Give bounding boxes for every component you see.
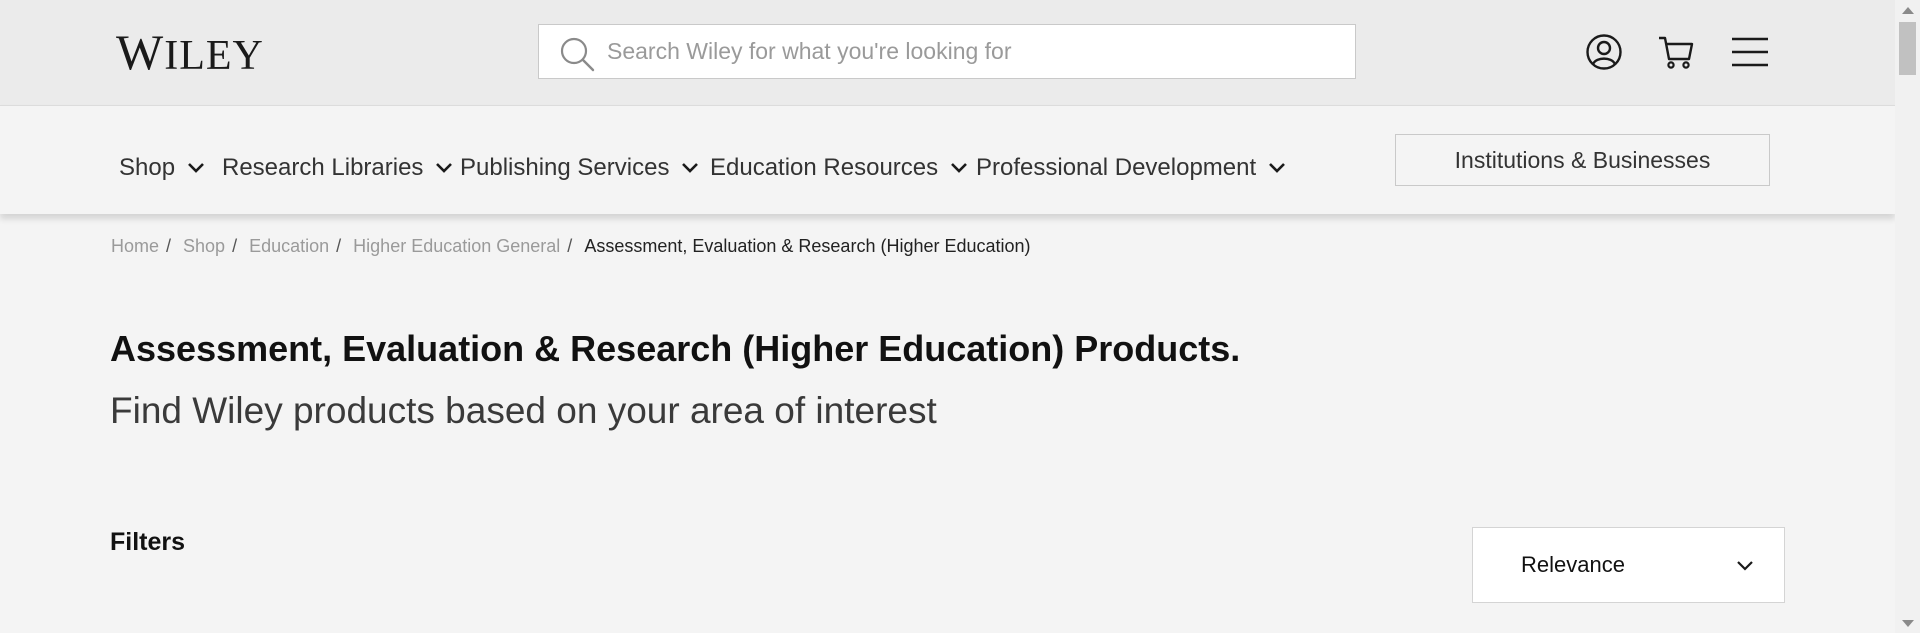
breadcrumb-shop[interactable]: Shop [183, 236, 225, 257]
top-header: WILEY [0, 0, 1895, 105]
breadcrumb-separator: / [232, 236, 238, 256]
filters-heading[interactable]: Filters [110, 528, 185, 557]
breadcrumb-separator: / [166, 236, 172, 256]
breadcrumb-education[interactable]: Education [249, 236, 329, 257]
chevron-down-icon [951, 163, 968, 173]
scrollbar-thumb[interactable] [1899, 22, 1916, 75]
nav-item-shop[interactable]: Shop [119, 146, 205, 190]
chevron-down-icon [1737, 561, 1753, 571]
chevron-down-icon [682, 163, 699, 173]
chevron-down-icon [188, 163, 204, 173]
logo-initial: W [116, 24, 165, 80]
nav-item-publishing-services[interactable]: Publishing Services [460, 146, 699, 190]
main-nav: Shop Research Libraries Publishing Servi… [0, 105, 1895, 214]
nav-item-label: Professional Development [976, 154, 1257, 181]
breadcrumb-separator: / [567, 236, 573, 256]
vertical-scrollbar[interactable] [1895, 0, 1920, 633]
breadcrumb-home[interactable]: Home [111, 236, 159, 257]
breadcrumb: Home / Shop / Education / Higher Education … [111, 236, 1031, 257]
nav-item-label: Research Libraries [222, 154, 424, 181]
page: WILEY Search Wiley for what you're looki… [0, 0, 1895, 633]
breadcrumb-higher-education-general[interactable]: Higher Education General [353, 236, 560, 257]
page-subtitle: Find Wiley products based on your area o… [110, 390, 937, 431]
breadcrumb-current: Assessment, Evaluation & Research (Highe… [584, 236, 1031, 256]
sort-select[interactable]: Relevance [1472, 527, 1785, 603]
scroll-down-arrow-icon[interactable] [1902, 620, 1914, 627]
institutions-businesses-button[interactable]: Institutions & Businesses [1395, 134, 1770, 186]
scroll-up-arrow-icon[interactable] [1902, 7, 1914, 14]
account-icon[interactable] [1584, 32, 1624, 72]
sort-select-value: Relevance [1521, 552, 1625, 577]
institutions-businesses-label: Institutions & Businesses [1454, 146, 1711, 173]
breadcrumb-separator: / [336, 236, 342, 256]
cart-icon[interactable] [1656, 32, 1696, 72]
nav-item-label: Shop [119, 154, 176, 181]
page-title: Assessment, Evaluation & Research (Highe… [110, 328, 1241, 369]
nav-item-label: Education Resources [710, 154, 939, 181]
nav-item-education-resources[interactable]: Education Resources [710, 146, 968, 190]
chevron-down-icon [436, 163, 453, 173]
search-box [538, 24, 1356, 79]
search-icon[interactable] [559, 36, 595, 72]
nav-item-label: Publishing Services [460, 154, 670, 181]
wiley-logo[interactable]: WILEY [116, 22, 264, 86]
menu-icon[interactable] [1730, 32, 1770, 72]
logo-rest: ILEY [164, 33, 264, 79]
chevron-down-icon [1269, 163, 1286, 173]
nav-item-professional-development[interactable]: Professional Development [976, 146, 1286, 190]
nav-item-research-libraries[interactable]: Research Libraries [222, 146, 453, 190]
search-input[interactable] [607, 25, 1337, 78]
